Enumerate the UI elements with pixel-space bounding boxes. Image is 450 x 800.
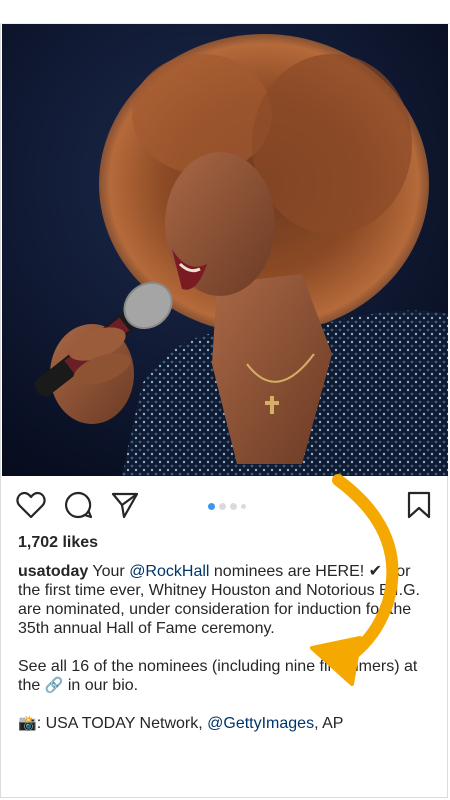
caption-first-para: usatoday Your @RockHall nominees are HER… [18,562,428,638]
carousel-dot[interactable] [219,502,226,510]
caption-mention[interactable]: @RockHall [129,563,209,580]
caption-second-para: See all 16 of the nominees (including ni… [18,657,428,695]
carousel-dot[interactable] [230,502,237,510]
caption-text: , AP [314,715,344,732]
caption-credit: 📸: USA TODAY Network, @GettyImages, AP [18,714,428,733]
post-photo[interactable] [2,24,448,476]
caption-text: in our bio. [63,677,139,694]
caption-text: nominees are HERE! ✔ [209,563,383,580]
singer-photo [2,24,448,476]
caption-text: Your [88,563,130,580]
paper-plane-icon [111,492,139,519]
post-caption: usatoday Your @RockHall nominees are HER… [18,562,428,733]
comment-bubble-icon [65,491,93,519]
caption-mention[interactable]: @GettyImages [207,715,314,732]
top-strip [0,0,450,24]
share-button[interactable] [108,488,142,522]
like-button[interactable] [14,488,48,522]
carousel-indicator [208,502,246,510]
save-button[interactable] [402,488,436,522]
carousel-dot[interactable] [208,502,215,510]
caption-username[interactable]: usatoday [18,563,88,580]
link-icon: 🔗 [44,676,64,694]
bookmark-icon [407,491,431,519]
caption-text: : USA TODAY Network, [36,715,208,732]
camera-flash-icon: 📸 [18,714,37,732]
likes-count[interactable]: 1,702 likes [18,534,98,552]
comment-button[interactable] [61,488,95,522]
heart-icon [16,491,46,519]
carousel-dot[interactable] [241,503,246,509]
